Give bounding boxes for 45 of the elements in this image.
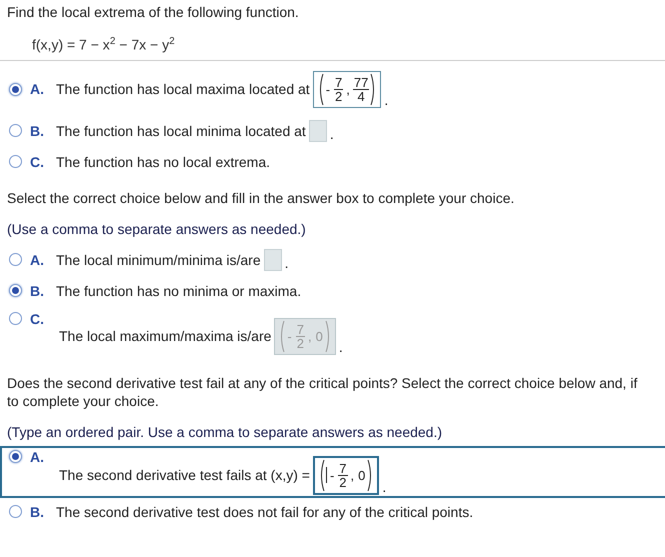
- choice-letter: C.: [30, 310, 45, 327]
- radio-button[interactable]: [9, 253, 22, 266]
- answer-box[interactable]: [308, 120, 327, 142]
- choice-text: The function has local maxima located at: [56, 81, 310, 98]
- parenthesis-icon: [278, 320, 286, 353]
- period-text: .: [284, 254, 288, 271]
- choice-text: The local minimum/minima is/are: [56, 252, 261, 268]
- choice-letter: A.: [30, 448, 45, 465]
- question-prompt: Select the correct choice below and fill in the answer box to complete your choice.: [7, 188, 516, 207]
- choice-text: The second derivative test does not fail for any of the critical points.: [56, 504, 474, 520]
- choice-letter: A.: [30, 252, 45, 268]
- fraction: 77 4: [352, 76, 370, 103]
- answer-text: ,: [308, 328, 312, 344]
- instruction-note: (Type an ordered pair. Use a comma to separate answers as needed.): [7, 424, 444, 440]
- answer-text: ,: [346, 82, 350, 97]
- choice-text: The function has local minima located at: [56, 122, 306, 139]
- radio-button[interactable]: [9, 82, 22, 96]
- radio-button[interactable]: [9, 450, 22, 464]
- answer-text: ,: [350, 468, 354, 483]
- period-text: .: [330, 126, 334, 142]
- radio-button[interactable]: [9, 155, 22, 168]
- answer-text: 0: [316, 328, 323, 344]
- radio-button[interactable]: [9, 124, 22, 138]
- choice-letter: B.: [30, 122, 45, 139]
- question-title: Find the local extrema of the following function.: [6, 3, 300, 21]
- choice-letter: B.: [30, 504, 45, 520]
- radio-button[interactable]: [9, 284, 22, 298]
- instruction-note: (Use a comma to separate answers as needed.): [7, 220, 307, 237]
- answer-box[interactable]: [264, 248, 282, 271]
- question-prompt: Does the second derivative test fail at any of the critical points? Select the correct choice below and, if to complete your choice.: [7, 374, 638, 410]
- choice-letter: A.: [30, 81, 45, 98]
- choice-text: The second derivative test fails at (x,y) =: [59, 467, 310, 484]
- period-text: .: [382, 478, 386, 495]
- choice-text: The local maximum/maxima is/are: [59, 328, 272, 344]
- function-formula: f(x,y) = 7 − x$^{2}$ − 7x − y$^{2}$: [31, 35, 176, 55]
- radio-button[interactable]: [9, 312, 22, 326]
- period-text: .: [338, 338, 343, 355]
- choice-text: The function has no local extrema.: [56, 154, 270, 170]
- parenthesis-icon: [324, 320, 332, 353]
- choice-text: The function has no minima or maxima.: [56, 282, 302, 299]
- choice-letter: C.: [30, 154, 45, 170]
- radio-button[interactable]: [9, 505, 22, 518]
- period-text: .: [384, 92, 388, 108]
- answer-text: 0: [358, 468, 366, 483]
- choice-letter: B.: [30, 282, 45, 299]
